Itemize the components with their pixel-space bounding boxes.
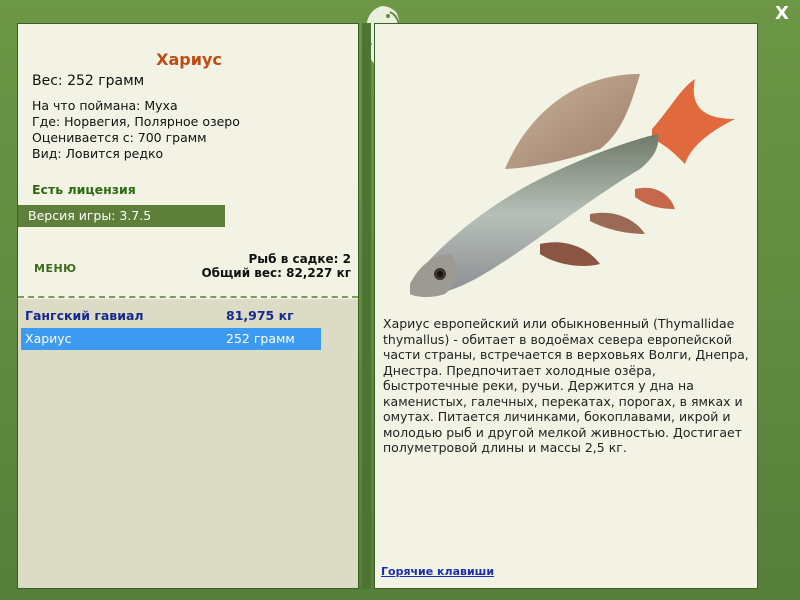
fish-count: Рыб в садке: 2 <box>248 252 352 266</box>
fish-weight: Вес: 252 грамм <box>32 73 145 89</box>
bait-info: На что поймана: Муха <box>32 98 178 113</box>
list-item-weight: 81,975 кг <box>226 308 294 323</box>
list-item-weight: 252 грамм <box>226 331 295 346</box>
grayling-fish-image <box>410 74 735 298</box>
list-item-name: Гангский гавиал <box>25 308 144 323</box>
panel-divider <box>362 23 371 589</box>
fish-info-panel: Хариус Вес: 252 грамм На что поймана: Му… <box>17 23 359 589</box>
catch-list: Гангский гавиал 81,975 кг Хариус 252 гра… <box>18 299 358 588</box>
menu-button[interactable]: МЕНЮ <box>34 262 77 275</box>
close-button[interactable]: X <box>772 4 792 24</box>
version-bar: Версия игры: 3.7.5 <box>18 205 225 227</box>
list-item[interactable]: Гангский гавиал 81,975 кг <box>21 305 321 327</box>
fish-details-panel: Хариус европейский или обыкновенный (Thy… <box>374 23 758 589</box>
fish-title: Хариус <box>156 50 222 69</box>
rarity-info: Вид: Ловится редко <box>32 146 164 161</box>
fish-description: Хариус европейский или обыкновенный (Thy… <box>383 316 749 455</box>
location-info: Где: Норвегия, Полярное озеро <box>32 114 240 129</box>
value-info: Оценивается с: 700 грамм <box>32 130 207 145</box>
keepnet-stats: Рыб в садке: 2 Общий вес: 82,227 кг <box>201 252 351 280</box>
divider <box>18 296 358 298</box>
list-item-name: Хариус <box>25 331 72 346</box>
license-status: Есть лицензия <box>32 182 136 197</box>
hotkeys-link[interactable]: Горячие клавиши <box>381 565 494 578</box>
list-item-selected[interactable]: Хариус 252 грамм <box>21 328 321 350</box>
total-weight: Общий вес: 82,227 кг <box>201 266 351 280</box>
